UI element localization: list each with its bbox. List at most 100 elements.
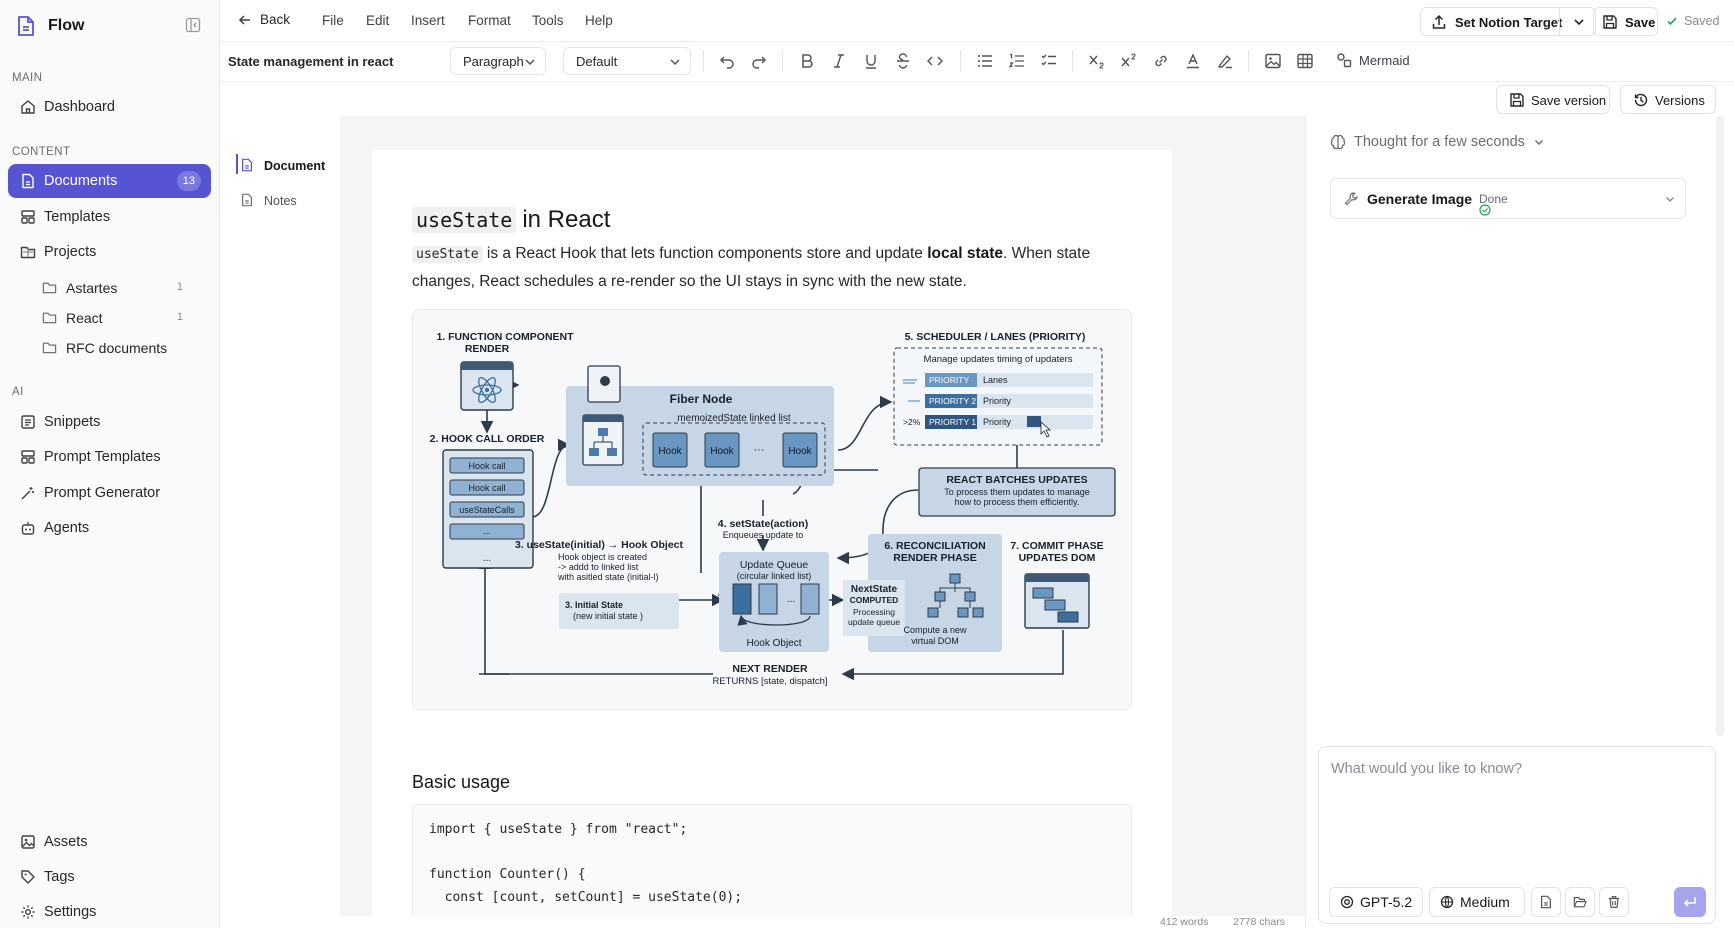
inline-code: useState	[412, 246, 483, 263]
superscript-icon[interactable]	[1120, 52, 1138, 70]
send-button[interactable]	[1674, 887, 1706, 917]
heading-2[interactable]: Basic usage	[412, 772, 510, 793]
diagram-label: 3. useState(initial) → Hook Object	[515, 539, 684, 551]
bold-text: local state	[927, 245, 1004, 262]
active-indicator	[236, 154, 238, 174]
strikethrough-icon[interactable]	[894, 52, 912, 70]
bullet-list-icon[interactable]	[976, 52, 994, 70]
text-color-icon[interactable]	[1184, 52, 1202, 70]
diagram-label: ...	[787, 594, 795, 605]
sidebar-toggle-icon[interactable]	[184, 16, 202, 34]
folder-icon	[42, 280, 57, 295]
globe-icon	[1440, 895, 1454, 909]
redo-icon[interactable]	[750, 52, 768, 70]
sidebar-item-templates[interactable]: Templates	[8, 200, 211, 234]
chat-composer[interactable]: What would you like to know? GPT-5.2 Med…	[1318, 746, 1716, 924]
menu-edit[interactable]: Edit	[366, 13, 389, 28]
menu-insert[interactable]: Insert	[411, 13, 445, 28]
usestate-diagram-image[interactable]: 1. FUNCTION COMPONENT RENDER 2. HOOK CAL…	[412, 309, 1132, 710]
highlighter-icon[interactable]	[1216, 52, 1234, 70]
sidebar-item-snippets[interactable]: Snippets	[8, 405, 211, 439]
save-button[interactable]: Save	[1593, 7, 1658, 36]
sidebar-item-assets[interactable]: Assets	[8, 825, 211, 859]
file-icon	[1539, 895, 1553, 909]
file-icon	[240, 193, 254, 207]
sidebar-item-projects[interactable]: Projects	[8, 235, 211, 269]
numbered-list-icon[interactable]	[1008, 52, 1026, 70]
tool-call-card[interactable]: Generate Image Done	[1330, 178, 1686, 219]
save-version-label: Save version	[1531, 93, 1607, 108]
document-title[interactable]: State management in react	[228, 54, 393, 69]
brand[interactable]: Flow	[16, 14, 84, 38]
font-select[interactable]: Default	[563, 47, 691, 75]
versions-button[interactable]: Versions	[1620, 85, 1716, 114]
effort-select[interactable]: Medium	[1429, 887, 1525, 917]
chevron-down-icon[interactable]	[1664, 193, 1676, 205]
word-count: 412 words	[1160, 916, 1209, 928]
sidebar-item-label: Assets	[44, 834, 88, 850]
document-page[interactable]: useState in React useState is a React Ho…	[372, 150, 1172, 916]
check-circle-icon	[1479, 204, 1491, 216]
diagram-label: 7. COMMIT PHASE	[1010, 540, 1103, 552]
bold-icon[interactable]	[798, 52, 816, 70]
diagram-label: 4. setState(action)	[718, 518, 808, 530]
project-item-react[interactable]: React 1	[36, 304, 211, 332]
project-item-rfc-documents[interactable]: RFC documents	[36, 334, 211, 362]
project-item-astartes[interactable]: Astartes 1	[36, 274, 211, 302]
menu-format[interactable]: Format	[468, 13, 511, 28]
editor-canvas[interactable]: useState in React useState is a React Ho…	[340, 116, 1305, 916]
code-block[interactable]: import { useState } from "react"; functi…	[412, 804, 1132, 916]
link-icon[interactable]	[1152, 52, 1170, 70]
mermaid-button[interactable]: Mermaid	[1336, 52, 1410, 68]
menu-file[interactable]: File	[322, 13, 344, 28]
diagram-label: RENDER PHASE	[893, 552, 976, 564]
menu-tools[interactable]: Tools	[532, 13, 564, 28]
sidebar-item-label: Documents	[44, 173, 118, 189]
thought-toggle[interactable]: Thought for a few seconds	[1330, 134, 1545, 150]
sidebar-item-label: Snippets	[44, 414, 101, 430]
sidebar-item-agents[interactable]: Agents	[8, 511, 211, 545]
italic-icon[interactable]	[830, 52, 848, 70]
sidebar-item-settings[interactable]: Settings	[8, 895, 211, 929]
table-icon[interactable]	[1296, 52, 1314, 70]
upload-icon	[1431, 14, 1447, 30]
sidebar-item-dashboard[interactable]: Dashboard	[8, 90, 211, 124]
image-icon	[20, 834, 36, 850]
save-version-button[interactable]: Save version	[1496, 85, 1610, 114]
section-main-label: MAIN	[12, 72, 43, 84]
diagram-label: ...	[483, 553, 491, 564]
clear-chat-button[interactable]	[1599, 887, 1629, 917]
documents-count-badge: 13	[176, 171, 201, 191]
subscript-icon[interactable]	[1088, 52, 1106, 70]
back-button[interactable]: Back	[238, 12, 290, 27]
sidebar-item-prompt-generator[interactable]: Prompt Generator	[8, 476, 211, 510]
toolbar-divider	[703, 50, 704, 72]
undo-icon[interactable]	[718, 52, 736, 70]
outline-item-notes[interactable]: Notes	[228, 189, 338, 213]
heading-1[interactable]: useState in React	[412, 206, 610, 234]
sidebar-item-label: Prompt Templates	[44, 449, 161, 465]
sidebar-item-prompt-templates[interactable]: Prompt Templates	[8, 440, 211, 474]
project-item-count: 1	[176, 311, 183, 323]
chevron-down-icon[interactable]	[1559, 8, 1597, 35]
block-type-select[interactable]: Paragraph	[450, 47, 546, 75]
outline-item-document[interactable]: Document	[228, 154, 338, 178]
code-icon[interactable]	[926, 52, 944, 70]
underline-icon[interactable]	[862, 52, 880, 70]
panel-scrollbar[interactable]	[1716, 116, 1724, 736]
add-project-icon[interactable]	[20, 244, 36, 260]
attach-document-button[interactable]	[1531, 887, 1561, 917]
checklist-icon[interactable]	[1040, 52, 1058, 70]
document-outline: Document Notes	[220, 116, 340, 916]
sidebar-item-tags[interactable]: Tags	[8, 860, 211, 894]
menu-help[interactable]: Help	[585, 13, 613, 28]
open-folder-button[interactable]	[1565, 887, 1595, 917]
chat-input[interactable]: What would you like to know?	[1331, 761, 1522, 777]
paragraph[interactable]: useState is a React Hook that lets funct…	[412, 240, 1112, 295]
model-select[interactable]: GPT-5.2	[1329, 887, 1423, 917]
set-notion-target-button[interactable]: Set Notion Target	[1420, 7, 1596, 36]
history-icon	[1633, 92, 1649, 108]
diagram-label: >2%	[903, 417, 921, 427]
sidebar-item-documents[interactable]: Documents 13	[8, 164, 211, 198]
image-icon[interactable]	[1264, 52, 1282, 70]
